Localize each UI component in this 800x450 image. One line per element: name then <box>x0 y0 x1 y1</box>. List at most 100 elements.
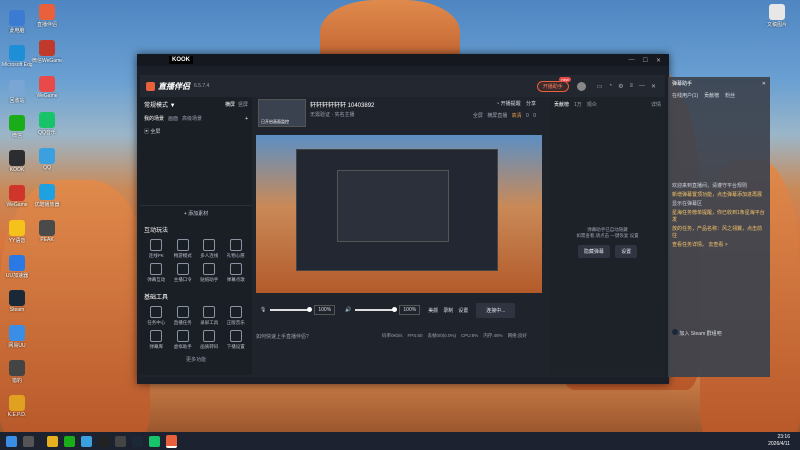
tab-landscape[interactable]: 横屏 <box>225 101 235 108</box>
mode-dropdown[interactable]: 常规模式 ▼ <box>144 100 176 109</box>
wechat-icon[interactable] <box>64 435 75 447</box>
desktop-icon[interactable]: 微信 <box>2 115 32 139</box>
tab-contribution[interactable]: 贡献榜 <box>554 101 569 108</box>
add-material-button[interactable]: + 添加素材 <box>140 205 252 217</box>
record-button[interactable]: 录制 <box>443 307 453 314</box>
tab-count[interactable]: 1万 <box>574 101 582 108</box>
connect-button[interactable]: 连接中... <box>476 302 516 318</box>
steam-icon[interactable] <box>132 435 143 447</box>
desktop-icon[interactable]: K.E.P.D. <box>2 395 32 418</box>
desktop-icon[interactable]: QQ音乐 <box>32 112 62 136</box>
minimize-icon[interactable]: — <box>639 83 645 89</box>
tool-item[interactable]: 直播任务 <box>171 306 196 326</box>
desktop-icon[interactable]: 直播伴侣 <box>32 4 62 28</box>
start-live-button[interactable]: 开播助手 new <box>536 76 571 92</box>
search-icon[interactable] <box>23 435 34 447</box>
desktop-icon[interactable]: 猎豹 <box>2 360 32 384</box>
status-bar: 如何快速上手直播伴侣? <box>256 333 309 340</box>
tool-item[interactable]: 弹幕点歌 <box>224 263 249 283</box>
tool-item[interactable]: 下播设置 <box>224 330 249 350</box>
tool-item[interactable]: 画质转码 <box>197 330 222 350</box>
add-scene-icon[interactable]: + <box>245 116 248 122</box>
taskbar: 23:16 2026/4/11 <box>0 432 800 450</box>
close-icon[interactable]: ✕ <box>762 81 766 87</box>
obs-icon[interactable] <box>115 435 126 447</box>
scene-tab-mine[interactable]: 我的场景 <box>144 115 164 122</box>
desktop-icon[interactable]: 此电脑 <box>2 10 32 34</box>
chat-icon[interactable]: ▭ <box>597 83 603 90</box>
details-button[interactable]: 详情 <box>651 101 661 108</box>
tool-item[interactable]: 贴纸助手 <box>197 263 222 283</box>
stream-preview[interactable] <box>256 135 542 293</box>
tool-label: 礼物心愿 <box>226 253 245 258</box>
app-icon[interactable] <box>81 435 92 447</box>
avatar[interactable] <box>576 81 586 91</box>
scene-tab-screen[interactable]: 画面 <box>168 115 178 122</box>
landscape-button[interactable]: 横屏直播 <box>487 113 507 119</box>
tool-item[interactable]: 多人连线 <box>197 239 222 259</box>
kook-icon[interactable] <box>98 435 109 447</box>
audio-controls: 🎙 100% 🔊 100% 美颜 录制 设置 连接中... <box>256 297 542 323</box>
desktop-icon-top-right[interactable]: 文稿图片 <box>762 4 792 28</box>
speaker-slider[interactable] <box>355 307 398 312</box>
start-icon[interactable] <box>6 435 17 447</box>
desktop-icon[interactable]: Microsoft Edge <box>2 45 32 68</box>
menu-icon[interactable]: ≡ <box>629 83 633 89</box>
tool-item[interactable]: 连线PK <box>144 239 169 259</box>
desktop-icon[interactable]: PEAK <box>32 220 62 243</box>
tool-label: 任务中心 <box>147 320 166 325</box>
tool-item[interactable]: 畅游模式 <box>171 239 196 259</box>
tab-contribution[interactable]: 贡献榜 <box>704 92 719 99</box>
quality-button[interactable]: 高清 <box>512 113 522 119</box>
desktop-icon[interactable]: Steam <box>2 290 32 313</box>
tab-online-users[interactable]: 在线用户(1) <box>672 92 698 99</box>
tool-item[interactable]: 正版音乐 <box>224 306 249 326</box>
bell-icon[interactable]: ◔ <box>608 83 612 89</box>
desktop-icon[interactable]: 回收站 <box>2 80 32 104</box>
tool-label: 主播口令 <box>173 277 192 282</box>
desktop-icon[interactable]: WeGame <box>2 185 32 208</box>
cover-thumbnail[interactable]: 已开启画面监控 <box>258 99 306 127</box>
tool-item[interactable]: 礼物心愿 <box>224 239 249 259</box>
desktop-icon[interactable]: 网易UU <box>2 325 32 349</box>
hide-danmaku-button[interactable]: 隐藏弹幕 <box>577 245 610 258</box>
tool-item[interactable]: 弹幕库 <box>144 330 169 350</box>
chrome-icon[interactable] <box>47 435 58 447</box>
tool-item[interactable]: 录屏工具 <box>197 306 222 326</box>
share-button[interactable]: 分享 <box>526 101 536 107</box>
tool-item[interactable]: 弹幕互动 <box>144 263 169 283</box>
remind-button[interactable]: ◔ 开播提醒 <box>496 101 520 107</box>
mic-icon[interactable]: 🎙 <box>260 307 266 313</box>
tool-item[interactable]: 任务中心 <box>144 306 169 326</box>
qq-music-icon[interactable] <box>149 435 160 447</box>
help-link[interactable]: 如何快速上手直播伴侣? <box>256 334 309 340</box>
desktop-icon[interactable]: 微信WeGame <box>32 40 62 64</box>
mic-slider[interactable] <box>270 307 313 312</box>
tab-portrait[interactable]: 竖屏 <box>238 101 248 108</box>
fullscreen-button[interactable]: 全屏 <box>473 113 483 119</box>
speaker-icon[interactable]: 🔊 <box>345 307 351 313</box>
settings-button[interactable]: 设置 <box>458 307 468 314</box>
scene-tab-advanced[interactable]: 高级场景 <box>182 115 202 122</box>
desktop-icon-label: K.E.P.D. <box>7 412 27 418</box>
minimize-icon[interactable]: — <box>629 57 635 63</box>
tool-item[interactable]: 虚拟助手 <box>171 330 196 350</box>
desktop-icon[interactable]: YY语音 <box>2 220 32 244</box>
close-icon[interactable]: ✕ <box>656 57 661 64</box>
tab-fans[interactable]: 粉丝 <box>725 92 735 99</box>
live-companion-icon[interactable] <box>166 434 177 448</box>
more-functions-button[interactable]: 更多功能 <box>140 356 252 363</box>
tool-item[interactable]: 主播口令 <box>171 263 196 283</box>
gear-icon[interactable]: ⚙ <box>618 83 623 90</box>
danmaku-settings-button[interactable]: 设置 <box>615 245 638 258</box>
tab-audience[interactable]: 观众 <box>587 101 597 108</box>
desktop-icon[interactable]: UU加速器 <box>2 255 32 279</box>
desktop-icon[interactable]: KOOK <box>2 150 32 173</box>
desktop-icon[interactable]: QQ <box>32 148 62 171</box>
close-icon[interactable]: ✕ <box>651 83 656 90</box>
scene-item[interactable]: ▣ 全屏 <box>140 125 252 138</box>
maximize-icon[interactable]: ☐ <box>643 57 648 64</box>
desktop-icon[interactable]: WeGame <box>32 76 62 99</box>
beauty-button[interactable]: 美颜 <box>428 307 438 314</box>
desktop-icon[interactable]: 优酷播放器 <box>32 184 62 208</box>
